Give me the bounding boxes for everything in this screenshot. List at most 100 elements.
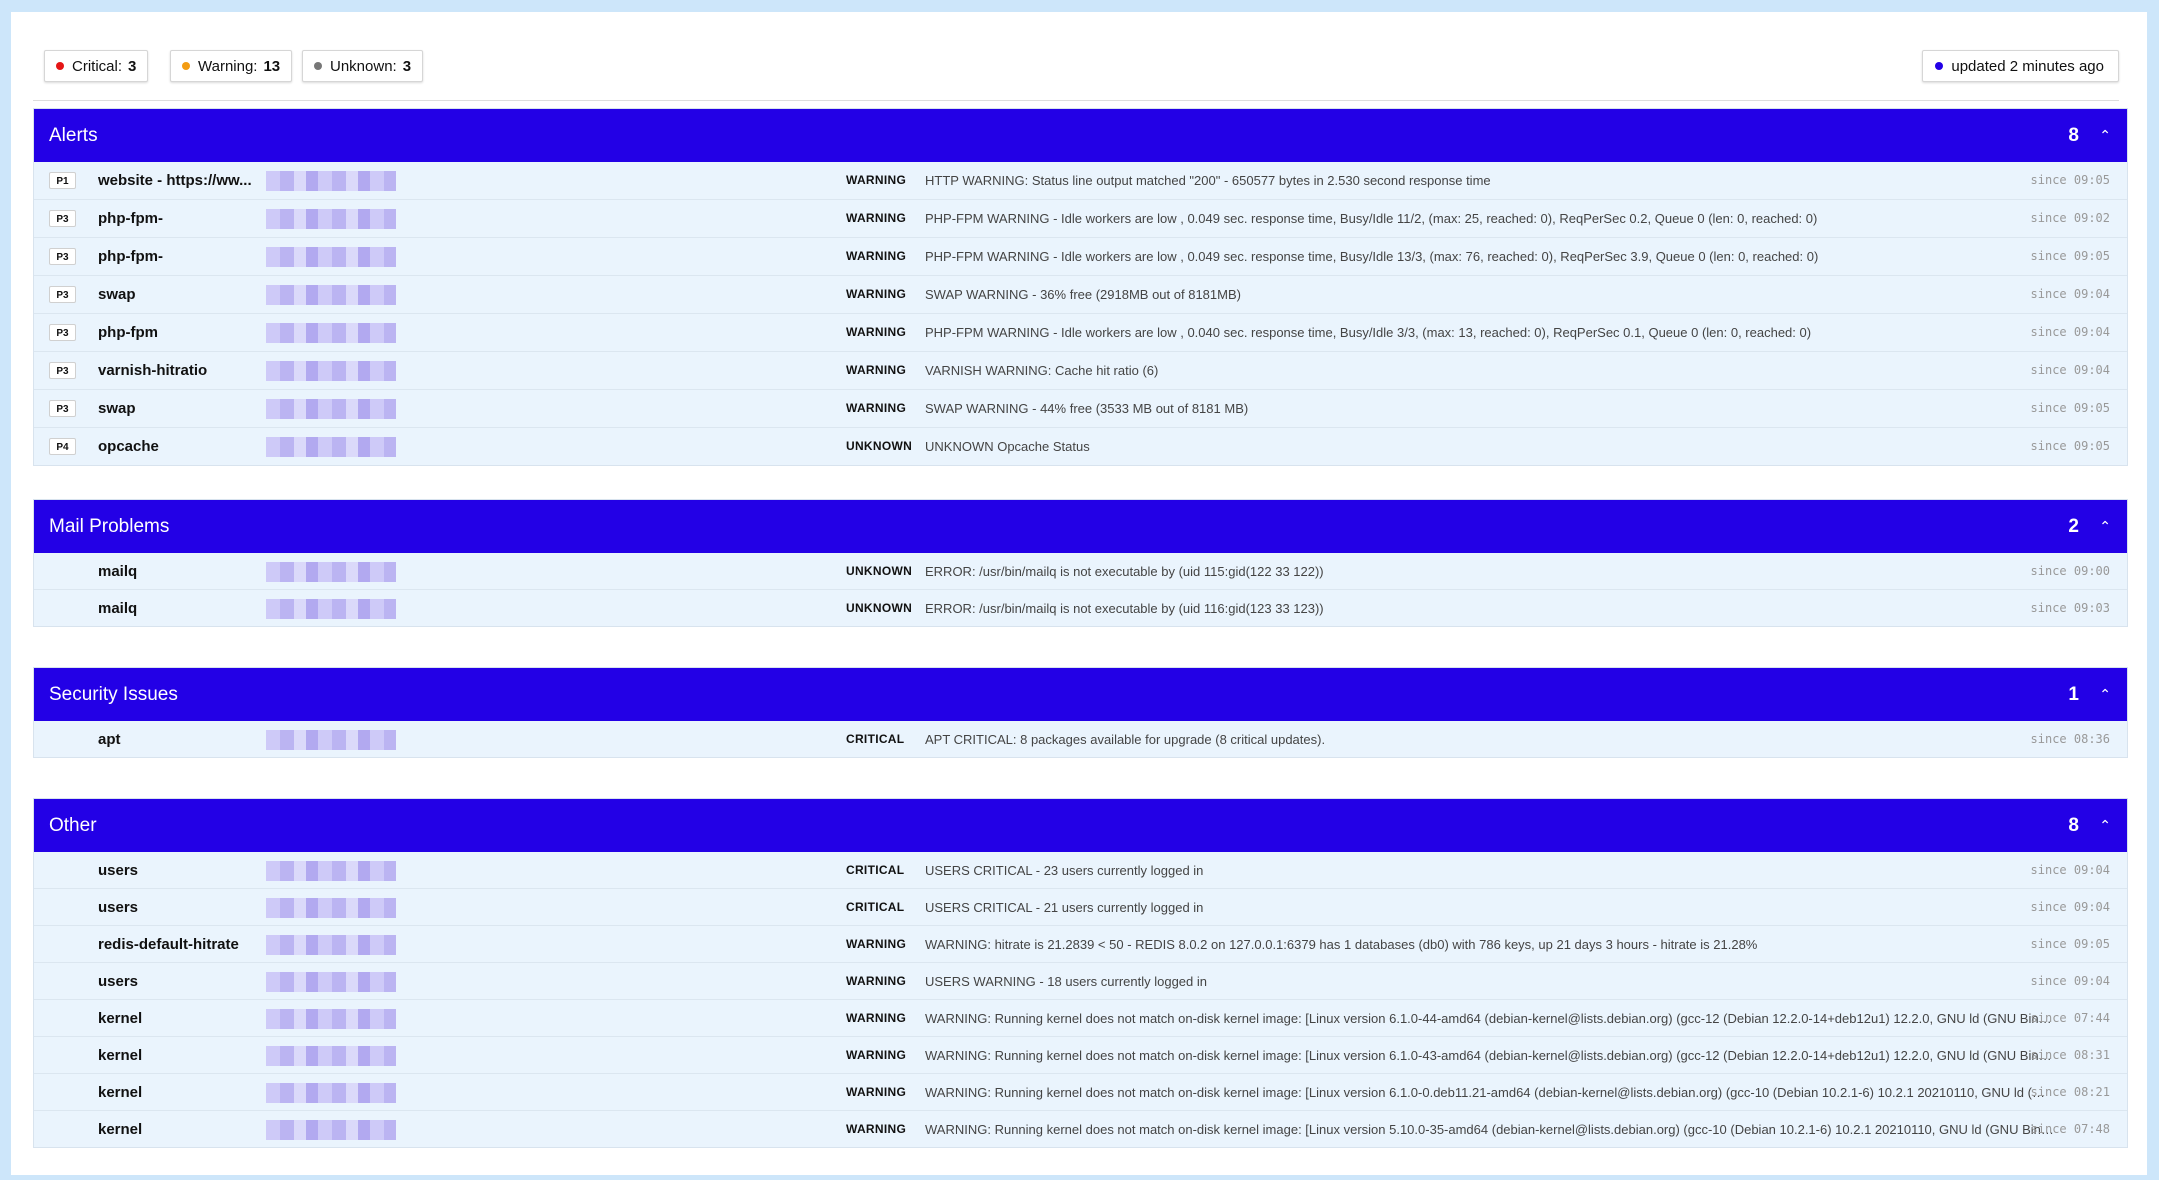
alert-row[interactable]: P1 website - https://ww... WARNING HTTP WAR…: [34, 162, 2127, 200]
priority-badge: P1: [49, 172, 76, 189]
alert-row[interactable]: P3 swap WARNING SWAP WARNING - 44% free (35…: [34, 390, 2127, 428]
section-count: 1: [2068, 684, 2079, 705]
warning-count: 13: [263, 58, 281, 75]
redacted-host: [266, 898, 396, 918]
plugin-output: USERS CRITICAL - 21 users currently logg…: [925, 900, 1204, 915]
service-name[interactable]: php-fpm: [98, 314, 158, 351]
plugin-output: APT CRITICAL: 8 packages available for u…: [925, 732, 1326, 747]
since-timestamp: since 09:04: [2030, 363, 2110, 377]
alert-row[interactable]: P3 swap WARNING SWAP WARNING - 36% free (29…: [34, 276, 2127, 314]
critical-dot-icon: [56, 62, 64, 70]
alert-row[interactable]: P3 varnish-hitratio WARNING VARNISH WARNING…: [34, 352, 2127, 390]
plugin-output: WARNING: Running kernel does not match o…: [925, 1122, 2055, 1137]
state-label: CRITICAL: [846, 863, 905, 877]
dashboard-page: Critical: 3 Warning: 13 Unknown: 3 updated …: [11, 12, 2147, 1175]
alert-row[interactable]: users CRITICAL USERS CRITICAL - 23 users c…: [34, 852, 2127, 889]
priority-badge: P3: [49, 286, 76, 303]
service-name[interactable]: redis-default-hitrate: [98, 926, 239, 963]
alert-row[interactable]: kernel WARNING WARNING: Running kernel doe…: [34, 1111, 2127, 1147]
redacted-host: [266, 972, 396, 992]
service-name[interactable]: kernel: [98, 1074, 142, 1111]
state-label: CRITICAL: [846, 732, 905, 746]
alert-row[interactable]: mailq UNKNOWN ERROR: /usr/bin/mailq is not…: [34, 590, 2127, 626]
service-name[interactable]: mailq: [98, 590, 137, 627]
alert-row[interactable]: kernel WARNING WARNING: Running kernel doe…: [34, 1037, 2127, 1074]
state-label: WARNING: [846, 211, 907, 225]
alert-row[interactable]: users CRITICAL USERS CRITICAL - 21 users c…: [34, 889, 2127, 926]
service-name[interactable]: php-fpm-: [98, 238, 163, 275]
service-name[interactable]: varnish-hitratio: [98, 352, 207, 389]
redacted-host: [266, 361, 396, 381]
section-header[interactable]: Mail Problems 2 ⌃: [34, 500, 2127, 553]
unknown-count-badge[interactable]: Unknown: 3: [302, 50, 424, 82]
service-name[interactable]: swap: [98, 276, 136, 313]
state-label: CRITICAL: [846, 900, 905, 914]
service-name[interactable]: users: [98, 852, 138, 889]
critical-count-badge[interactable]: Critical: 3: [44, 50, 149, 82]
since-timestamp: since 09:04: [2030, 325, 2110, 339]
state-label: WARNING: [846, 1048, 907, 1062]
chevron-up-icon[interactable]: ⌃: [2099, 799, 2111, 852]
since-timestamp: since 09:04: [2030, 863, 2110, 877]
plugin-output: USERS CRITICAL - 23 users currently logg…: [925, 863, 1204, 878]
alert-row[interactable]: kernel WARNING WARNING: Running kernel doe…: [34, 1000, 2127, 1037]
service-name[interactable]: mailq: [98, 553, 137, 590]
alert-row[interactable]: P3 php-fpm WARNING PHP-FPM WARNING - Idle w…: [34, 314, 2127, 352]
plugin-output: SWAP WARNING - 44% free (3533 MB out of …: [925, 401, 1249, 416]
plugin-output: PHP-FPM WARNING - Idle workers are low ,…: [925, 211, 1818, 226]
redacted-host: [266, 730, 396, 750]
redacted-host: [266, 599, 396, 619]
state-label: WARNING: [846, 1122, 907, 1136]
plugin-output: PHP-FPM WARNING - Idle workers are low ,…: [925, 249, 1819, 264]
service-name[interactable]: kernel: [98, 1111, 142, 1148]
section-count: 8: [2068, 815, 2079, 836]
service-name[interactable]: swap: [98, 390, 136, 427]
alert-row[interactable]: apt CRITICAL APT CRITICAL: 8 packages avai…: [34, 721, 2127, 757]
section-header[interactable]: Other 8 ⌃: [34, 799, 2127, 852]
alert-row[interactable]: redis-default-hitrate WARNING WARNING: hit…: [34, 926, 2127, 963]
chevron-up-icon[interactable]: ⌃: [2099, 500, 2111, 553]
plugin-output: WARNING: Running kernel does not match o…: [925, 1085, 2055, 1100]
alert-row[interactable]: P3 php-fpm- WARNING PHP-FPM WARNING - Idle …: [34, 200, 2127, 238]
since-timestamp: since 08:31: [2030, 1048, 2110, 1062]
service-name[interactable]: kernel: [98, 1037, 142, 1074]
plugin-output: UNKNOWN Opcache Status: [925, 439, 1090, 454]
redacted-host: [266, 171, 396, 191]
plugin-output: HTTP WARNING: Status line output matched…: [925, 173, 1491, 188]
chevron-up-icon[interactable]: ⌃: [2099, 109, 2111, 162]
alert-row[interactable]: users WARNING USERS WARNING - 18 users cur…: [34, 963, 2127, 1000]
section-title: Other: [49, 815, 97, 836]
state-label: WARNING: [846, 249, 907, 263]
redacted-host: [266, 399, 396, 419]
updated-label: updated 2 minutes ago: [1951, 58, 2104, 75]
section-security-issues: Security Issues 1 ⌃ apt CRITICAL APT CRITICAL…: [33, 667, 2128, 758]
service-name[interactable]: kernel: [98, 1000, 142, 1037]
service-name[interactable]: users: [98, 889, 138, 926]
since-timestamp: since 09:03: [2030, 601, 2110, 615]
alert-row[interactable]: P3 php-fpm- WARNING PHP-FPM WARNING - Idle …: [34, 238, 2127, 276]
unknown-label: Unknown:: [330, 58, 397, 75]
redacted-host: [266, 437, 396, 457]
alert-row[interactable]: P4 opcache UNKNOWN UNKNOWN Opcache Status si…: [34, 428, 2127, 465]
service-name[interactable]: opcache: [98, 428, 159, 465]
status-dot-icon: [1935, 62, 1944, 70]
alert-row[interactable]: mailq UNKNOWN ERROR: /usr/bin/mailq is not…: [34, 553, 2127, 590]
alert-row[interactable]: kernel WARNING WARNING: Running kernel doe…: [34, 1074, 2127, 1111]
section-count: 8: [2068, 125, 2079, 146]
redacted-host: [266, 1083, 396, 1103]
service-name[interactable]: users: [98, 963, 138, 1000]
state-label: WARNING: [846, 974, 907, 988]
service-name[interactable]: website - https://ww...: [98, 162, 252, 199]
section-title: Alerts: [49, 125, 98, 146]
section-header[interactable]: Security Issues 1 ⌃: [34, 668, 2127, 721]
service-name[interactable]: apt: [98, 721, 121, 758]
service-name[interactable]: php-fpm-: [98, 200, 163, 237]
unknown-dot-icon: [314, 62, 322, 70]
redacted-host: [266, 861, 396, 881]
state-label: UNKNOWN: [846, 439, 913, 453]
chevron-up-icon[interactable]: ⌃: [2099, 668, 2111, 721]
warning-count-badge[interactable]: Warning: 13: [170, 50, 293, 82]
section-header[interactable]: Alerts 8 ⌃: [34, 109, 2127, 162]
warning-label: Warning:: [198, 58, 258, 75]
redacted-host: [266, 1120, 396, 1140]
